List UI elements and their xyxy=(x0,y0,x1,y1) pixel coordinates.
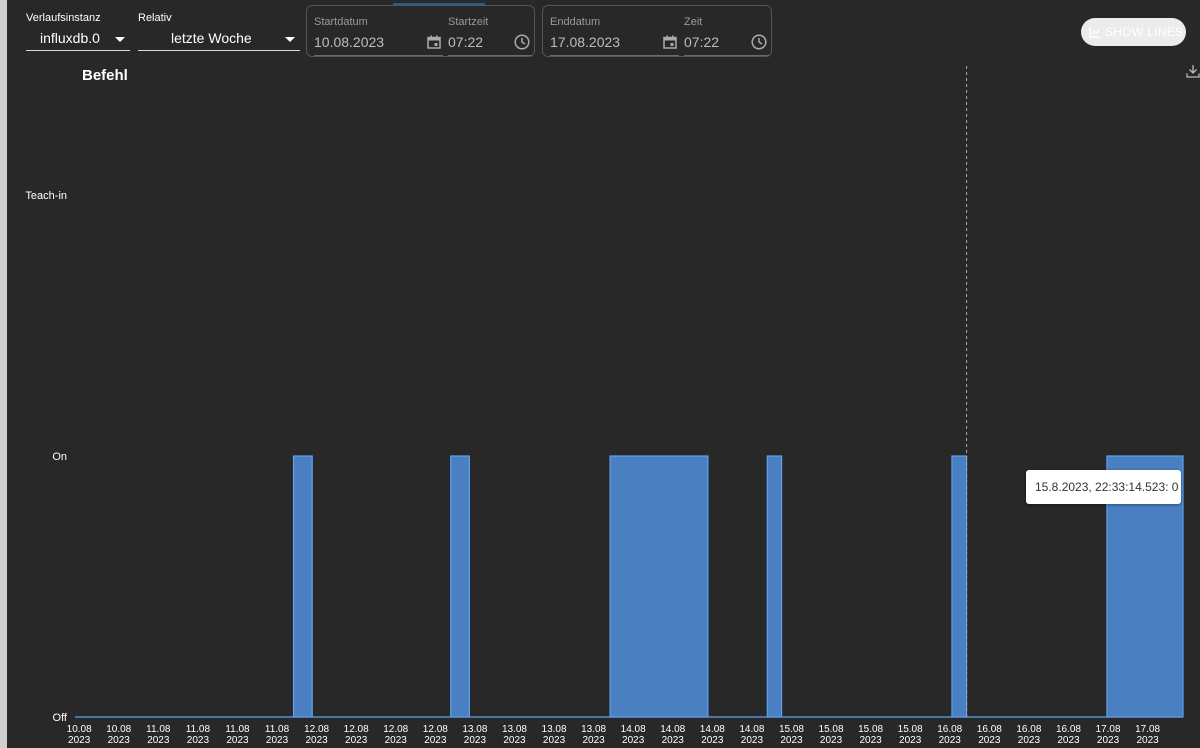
x-tick-label: 15.08 2023 xyxy=(858,724,883,746)
x-tick-label: 15.08 2023 xyxy=(898,724,923,746)
end-time-input[interactable]: 07:22 xyxy=(684,32,769,56)
chevron-down-icon xyxy=(115,37,125,42)
x-tick-label: 12.08 2023 xyxy=(383,724,408,746)
x-tick-label: 16.08 2023 xyxy=(937,724,962,746)
clock-icon[interactable] xyxy=(514,34,530,50)
x-tick-label: 13.08 2023 xyxy=(502,724,527,746)
instance-label: Verlaufsinstanz xyxy=(26,12,101,24)
end-date-input[interactable]: 17.08.2023 xyxy=(550,32,679,56)
x-tick-label: 13.08 2023 xyxy=(462,724,487,746)
download-icon[interactable] xyxy=(1186,64,1200,78)
x-tick-label: 11.08 2023 xyxy=(146,724,171,746)
end-date-value: 17.08.2023 xyxy=(550,34,621,50)
step-chart: Befehl OffOnTeach-in 10.08 202310.08 20231… xyxy=(25,66,1184,746)
y-axis: Off On Teach-in xyxy=(25,190,68,724)
on-interval-bar-3 xyxy=(766,455,783,718)
start-date-value: 10.08.2023 xyxy=(314,34,385,50)
start-date-label: Startdatum xyxy=(314,16,368,28)
x-tick-label: 17.08 2023 xyxy=(1135,724,1160,746)
x-tick-label: 12.08 2023 xyxy=(423,724,448,746)
x-tick-label: 16.08 2023 xyxy=(1056,724,1081,746)
x-tick-label: 11.08 2023 xyxy=(186,724,211,746)
calendar-icon[interactable] xyxy=(663,35,677,49)
plot-area xyxy=(75,66,1184,718)
x-tick-label: 13.08 2023 xyxy=(581,724,606,746)
start-time-label: Startzeit xyxy=(448,16,489,28)
show-lines-label: SHOW LINES xyxy=(1105,25,1184,39)
x-tick-label: 10.08 2023 xyxy=(106,724,131,746)
x-tick-label: 15.08 2023 xyxy=(779,724,804,746)
on-interval-bar-0 xyxy=(292,455,313,718)
tooltip-text: 15.8.2023, 22:33:14.523: 0 xyxy=(1035,480,1179,494)
x-tick-label: 14.08 2023 xyxy=(739,724,764,746)
x-tick-label: 12.08 2023 xyxy=(304,724,329,746)
end-date-label: Enddatum xyxy=(550,16,601,28)
show-lines-button[interactable]: SHOW LINES xyxy=(1081,18,1186,46)
instance-value: influxdb.0 xyxy=(40,30,100,46)
chevron-down-icon xyxy=(285,37,295,42)
x-tick-label: 17.08 2023 xyxy=(1096,724,1121,746)
x-tick-label: 13.08 2023 xyxy=(542,724,567,746)
x-tick-label: 11.08 2023 xyxy=(265,724,290,746)
on-interval-bar-1 xyxy=(450,455,470,718)
start-time-input[interactable]: 07:22 xyxy=(448,32,532,56)
x-tick-label: 11.08 2023 xyxy=(225,724,250,746)
x-tick-label: 16.08 2023 xyxy=(1016,724,1041,746)
y-tick-label: Teach-in xyxy=(25,190,67,202)
line-chart-icon xyxy=(1089,27,1101,38)
chart-title: Befehl xyxy=(82,67,128,84)
end-datetime-group: Enddatum Zeit 17.08.2023 07:22 xyxy=(542,5,772,57)
on-interval-bar-2 xyxy=(609,455,709,718)
end-time-label: Zeit xyxy=(684,16,703,28)
relative-select[interactable]: letzte Woche xyxy=(138,27,300,51)
y-tick-label: On xyxy=(52,451,67,463)
start-time-value: 07:22 xyxy=(448,34,484,50)
start-date-input[interactable]: 10.08.2023 xyxy=(314,32,443,56)
chart-tooltip: 15.8.2023, 22:33:14.523: 0 xyxy=(1026,470,1181,504)
x-tick-label: 15.08 2023 xyxy=(819,724,844,746)
relative-label: Relativ xyxy=(138,12,172,24)
clock-icon[interactable] xyxy=(751,34,767,50)
x-tick-label: 12.08 2023 xyxy=(344,724,369,746)
x-axis: 10.08 2023 10.08 2023 11.08 2023 11.08 2023 11.0… xyxy=(67,724,1161,746)
on-interval-bar-4 xyxy=(951,455,968,718)
x-tick-label: 10.08 2023 xyxy=(67,724,92,746)
calendar-icon[interactable] xyxy=(427,35,441,49)
start-datetime-group: Startdatum Startzeit 10.08.2023 07:22 xyxy=(306,5,535,57)
x-tick-label: 14.08 2023 xyxy=(700,724,725,746)
x-tick-label: 14.08 2023 xyxy=(621,724,646,746)
instance-select[interactable]: influxdb.0 xyxy=(26,27,130,51)
x-tick-label: 14.08 2023 xyxy=(660,724,685,746)
relative-value: letzte Woche xyxy=(171,30,252,46)
y-tick-label: Off xyxy=(53,712,68,724)
end-time-value: 07:22 xyxy=(684,34,720,50)
x-tick-label: 16.08 2023 xyxy=(977,724,1002,746)
